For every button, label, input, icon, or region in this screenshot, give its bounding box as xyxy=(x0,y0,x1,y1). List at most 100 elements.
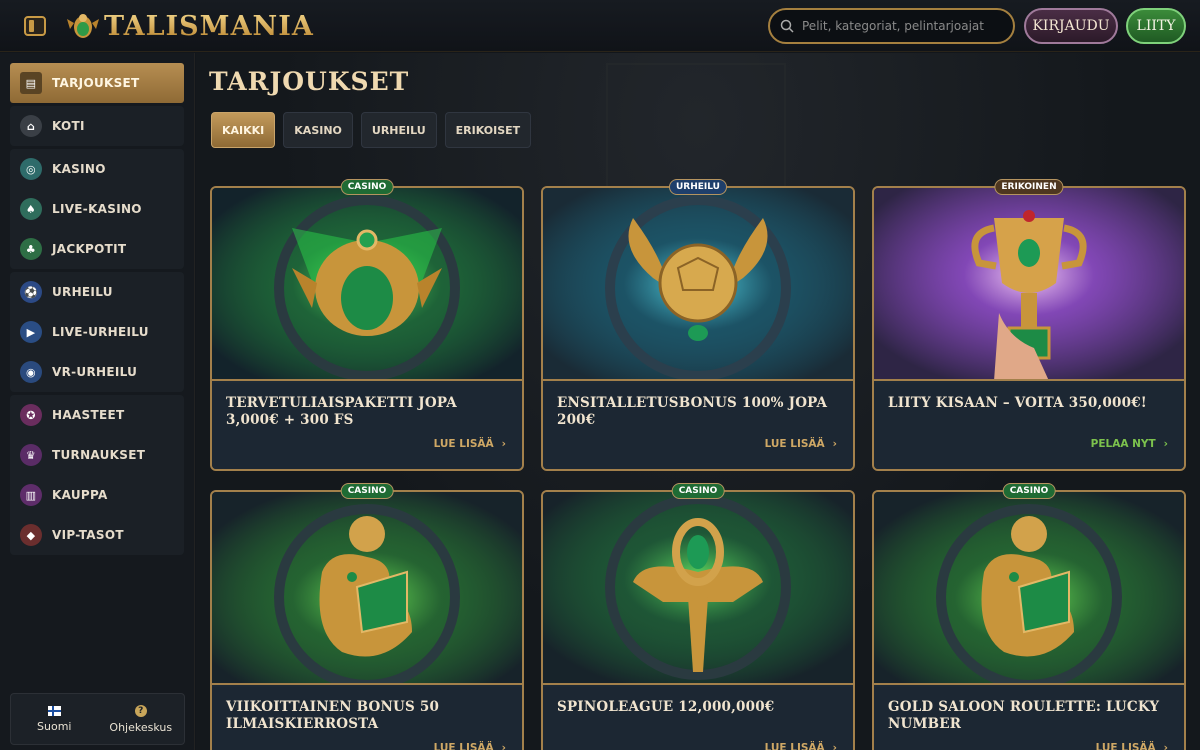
horus-artwork xyxy=(212,492,522,683)
cta-label: LUE LISÄÄ xyxy=(1095,742,1156,750)
search-input[interactable] xyxy=(802,19,1002,33)
read-more-link[interactable]: LUE LISÄÄ › xyxy=(434,742,506,750)
sidebar-item-kasino[interactable]: ◎ KASINO xyxy=(10,149,184,189)
search-box[interactable] xyxy=(768,8,1015,44)
sidebar-item-koti[interactable]: ⌂ KOTI xyxy=(10,106,184,146)
trophy-artwork xyxy=(874,188,1184,379)
promo-card-body: ENSITALLETUSBONUS 100% JOPA 200€ LUE LIS… xyxy=(543,383,853,469)
finland-flag-icon xyxy=(47,705,61,716)
sidebar-item-label: TARJOUKSET xyxy=(52,76,140,90)
sidebar-footer: Suomi ? Ohjekeskus xyxy=(10,693,185,745)
background-temple-door xyxy=(606,63,786,193)
tab-kaikki[interactable]: KAIKKI xyxy=(211,112,276,148)
sidebar-item-label: HAASTEET xyxy=(52,408,125,422)
nav-group-sports: ⚽ URHEILU ▶ LIVE-URHEILU ◉ VR-URHEILU xyxy=(10,272,184,392)
cta-label: LUE LISÄÄ xyxy=(764,438,825,450)
logo[interactable]: TALISMANIA xyxy=(66,8,314,44)
scarab-logo-icon xyxy=(67,14,99,38)
category-badge: URHEILU xyxy=(669,179,727,195)
sidebar-item-label: LIVE-KASINO xyxy=(52,202,142,216)
promo-card-body: LIITY KISAAN – VOITA 350,000€! PELAA NYT… xyxy=(874,383,1184,469)
promo-title: SPINOLEAGUE 12,000,000€ xyxy=(557,699,775,715)
sidebar-item-label: URHEILU xyxy=(52,285,113,299)
chevron-right-icon: › xyxy=(501,742,506,750)
promo-image xyxy=(543,188,853,381)
sidebar-item-kauppa[interactable]: ▥ KAUPPA xyxy=(10,475,184,515)
cta-label: PELAA NYT xyxy=(1090,438,1156,450)
promo-title: ENSITALLETUSBONUS 100% JOPA 200€ xyxy=(557,395,828,428)
sidebar-item-live-kasino[interactable]: ♠ LIVE-KASINO xyxy=(10,189,184,229)
nav-group-promotions: ▤ TARJOUKSET xyxy=(10,63,184,103)
tab-erikoiset[interactable]: ERIKOISET xyxy=(444,112,532,148)
join-button[interactable]: LIITY xyxy=(1126,8,1186,44)
promo-card-body: GOLD SALOON ROULETTE: LUCKY NUMBER LUE L… xyxy=(874,687,1184,750)
sidebar-item-vr-urheilu[interactable]: ◉ VR-URHEILU xyxy=(10,352,184,392)
sidebar-item-label: KAUPPA xyxy=(52,488,108,502)
read-more-link[interactable]: LUE LISÄÄ › xyxy=(1096,742,1168,750)
chevron-right-icon: › xyxy=(1163,742,1168,750)
logo-text: TALISMANIA xyxy=(104,10,314,42)
medal-icon: ✪ xyxy=(20,404,42,426)
promo-card[interactable]: CASINO xyxy=(210,179,524,471)
sidebar-item-haasteet[interactable]: ✪ HAASTEET xyxy=(10,395,184,435)
horus-artwork xyxy=(874,492,1184,683)
read-more-link[interactable]: LUE LISÄÄ › xyxy=(434,438,506,450)
cta-label: LUE LISÄÄ xyxy=(433,438,494,450)
sidebar-item-turnaukset[interactable]: ♛ TURNAUKSET xyxy=(10,435,184,475)
category-badge: CASINO xyxy=(671,483,725,499)
category-badge: CASINO xyxy=(340,483,394,499)
promo-title: LIITY KISAAN – VOITA 350,000€! xyxy=(888,395,1147,411)
gift-icon: ▤ xyxy=(20,72,42,94)
sidebar-item-label: KOTI xyxy=(52,119,85,133)
promo-card[interactable]: ERIKOINEN LIITY KISAAN – VOITA 350,000€!… xyxy=(872,179,1186,471)
nav-group-extras: ✪ HAASTEET ♛ TURNAUKSET ▥ KAUPPA ◆ VIP-T… xyxy=(10,395,184,555)
diamond-icon: ◆ xyxy=(20,524,42,546)
scarab-artwork xyxy=(212,188,522,379)
sidebar-toggle-icon[interactable] xyxy=(24,16,46,36)
spade-icon: ♠ xyxy=(20,198,42,220)
chevron-right-icon: › xyxy=(832,742,837,750)
tab-urheilu[interactable]: URHEILU xyxy=(360,112,437,148)
sidebar-item-live-urheilu[interactable]: ▶ LIVE-URHEILU xyxy=(10,312,184,352)
nav-group-home: ⌂ KOTI xyxy=(10,106,184,146)
play-icon: ▶ xyxy=(20,321,42,343)
promo-card-grid: CASINO TERVETULIAISPAKETTI JOPA 3,000€ +… xyxy=(210,179,1186,750)
football-icon: ⚽ xyxy=(20,281,42,303)
promo-card-body: SPINOLEAGUE 12,000,000€ LUE LISÄÄ › xyxy=(543,687,853,750)
language-selector[interactable]: Suomi xyxy=(11,694,98,744)
sidebar-item-urheilu[interactable]: ⚽ URHEILU xyxy=(10,272,184,312)
promo-image xyxy=(874,188,1184,381)
promo-card[interactable]: CASINO xyxy=(872,483,1186,750)
sidebar-item-tarjoukset[interactable]: ▤ TARJOUKSET xyxy=(10,63,184,103)
shop-icon: ▥ xyxy=(20,484,42,506)
sidebar-item-label: VR-URHEILU xyxy=(52,365,138,379)
sidebar-item-jackpotit[interactable]: ♣ JACKPOTIT xyxy=(10,229,184,269)
promo-title: GOLD SALOON ROULETTE: LUCKY NUMBER xyxy=(888,699,1160,732)
chevron-right-icon: › xyxy=(501,438,506,450)
promo-card[interactable]: CASINO xyxy=(210,483,524,750)
login-button[interactable]: KIRJAUDU xyxy=(1024,8,1118,44)
category-badge: CASINO xyxy=(340,179,394,195)
promo-image xyxy=(874,492,1184,685)
help-center-link[interactable]: ? Ohjekeskus xyxy=(98,694,185,744)
promo-tabs: KAIKKI KASINO URHEILU ERIKOISET xyxy=(211,112,532,148)
cta-label: LUE LISÄÄ xyxy=(433,742,494,750)
sidebar-item-label: VIP-TASOT xyxy=(52,528,124,542)
top-bar: TALISMANIA KIRJAUDU LIITY xyxy=(0,0,1200,52)
sidebar-item-vip-tasot[interactable]: ◆ VIP-TASOT xyxy=(10,515,184,555)
promo-card[interactable]: CASINO xyxy=(541,483,855,750)
read-more-link[interactable]: LUE LISÄÄ › xyxy=(765,742,837,750)
main-content: TARJOUKSET KAIKKI KASINO URHEILU ERIKOIS… xyxy=(196,53,1200,750)
home-icon: ⌂ xyxy=(20,115,42,137)
clover-icon: ♣ xyxy=(20,238,42,260)
promo-card[interactable]: URHEILU ENSITALLETUSBONUS 100% JOPA 200€… xyxy=(541,179,855,471)
tab-kasino[interactable]: KASINO xyxy=(283,112,353,148)
sidebar: ▤ TARJOUKSET ⌂ KOTI ◎ KASINO ♠ LIVE-KASI… xyxy=(0,53,195,750)
trophy-icon: ♛ xyxy=(20,444,42,466)
promo-image xyxy=(212,492,522,685)
category-badge: CASINO xyxy=(1002,483,1056,499)
gamepad-icon: ◉ xyxy=(20,361,42,383)
play-now-link[interactable]: PELAA NYT › xyxy=(1091,438,1168,450)
ankh-artwork xyxy=(543,492,853,683)
read-more-link[interactable]: LUE LISÄÄ › xyxy=(765,438,837,450)
